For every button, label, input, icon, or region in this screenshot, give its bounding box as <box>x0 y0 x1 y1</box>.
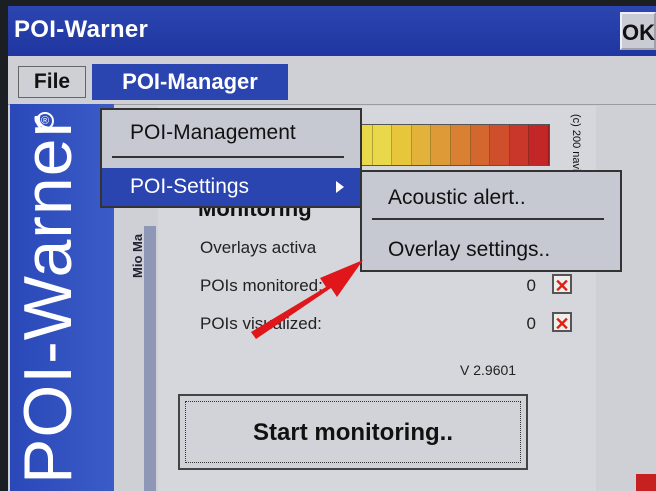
pois-visualized-toggle[interactable]: ✕ <box>552 312 572 334</box>
version-label: V 2.9601 <box>460 362 517 378</box>
menu-file[interactable]: File <box>18 66 86 98</box>
poi-settings-submenu: Acoustic alert.. Overlay settings.. <box>360 170 622 272</box>
pois-visualized-label: POIs visualized: <box>200 314 322 333</box>
menu-item-acoustic-alert[interactable]: Acoustic alert.. <box>362 178 620 218</box>
menu-poi-manager[interactable]: POI-Manager <box>92 64 288 100</box>
color-swatch <box>372 125 393 165</box>
color-swatch <box>411 125 432 165</box>
start-monitoring-button[interactable]: Start monitoring.. <box>178 394 528 470</box>
menu-item-poi-management[interactable]: POI-Management <box>102 114 360 152</box>
color-swatch <box>529 125 549 165</box>
color-swatch <box>490 125 510 165</box>
menu-separator <box>112 156 344 158</box>
menu-item-overlay-settings[interactable]: Overlay settings.. <box>362 230 620 270</box>
color-swatch <box>470 125 491 165</box>
status-indicator <box>636 474 656 491</box>
window-title: POI-Warner <box>14 16 149 43</box>
side-label: Mio Ma <box>130 233 145 278</box>
poi-manager-dropdown: POI-Management POI-Settings <box>100 108 362 208</box>
menu-bar: File POI-Manager <box>8 56 656 105</box>
pois-monitored-label: POIs monitored: <box>200 276 323 295</box>
overlays-active-label: Overlays activa <box>200 238 317 257</box>
pois-visualized-value: 0 <box>526 314 536 333</box>
color-swatch <box>450 125 471 165</box>
ok-button[interactable]: OK <box>620 12 656 50</box>
logo-text: POI-Warner <box>10 113 86 484</box>
pois-monitored-toggle[interactable]: ✕ <box>552 274 572 296</box>
color-swatch <box>431 125 451 165</box>
color-swatch <box>509 125 530 165</box>
menu-item-poi-settings-label: POI-Settings <box>130 175 250 198</box>
color-scale <box>352 124 550 166</box>
pois-monitored-value: 0 <box>526 276 536 295</box>
submenu-arrow-icon <box>336 181 344 193</box>
color-swatch <box>392 125 412 165</box>
title-bar: POI-Warner OK <box>8 6 656 56</box>
device-screen: POI-Warner OK File POI-Manager ® POI-War… <box>8 6 656 491</box>
submenu-separator <box>372 218 604 220</box>
menu-item-poi-settings[interactable]: POI-Settings <box>102 168 360 206</box>
side-stripe <box>144 226 156 491</box>
